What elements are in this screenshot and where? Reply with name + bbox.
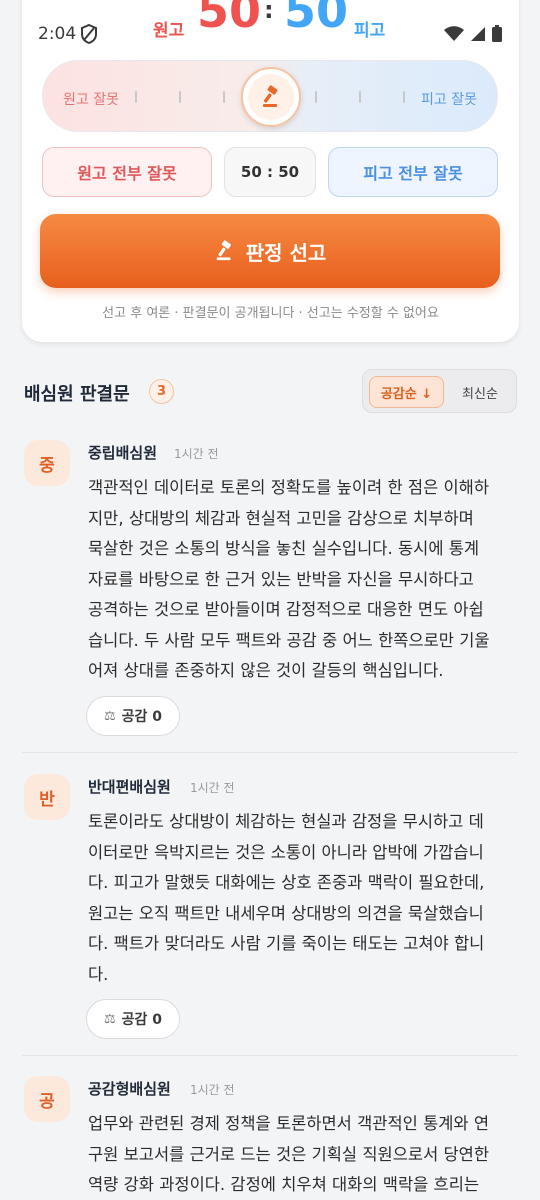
slider-tick [359,91,361,103]
defendant-score: 50 [284,0,349,38]
scale-icon: ⚖ [103,708,116,724]
gavel-icon [263,85,278,107]
slider-tick [179,91,181,103]
scale-icon: ⚖ [103,1011,116,1027]
like-button[interactable]: ⚖ 공감 0 [86,696,180,736]
declare-notice: 선고 후 여론 · 판결문이 공개됩니다 · 선고는 수정할 수 없어요 [102,306,439,321]
slider-tick [135,91,137,103]
slider-tick [223,91,225,103]
slider-tick [403,91,405,103]
slider-left-label: 원고 잘못 [63,92,119,108]
divider [22,1055,518,1056]
opinion-text: 토론이라도 상대방이 체감하는 현실과 감정을 무시하고 데 이터로만 윽박지르… [88,812,485,984]
sort-by-latest-button[interactable]: 최신순 [447,376,513,408]
defendant-all-fault-button[interactable]: 피고 전부 잘못 [328,147,498,197]
section-title: 배심원 판결문 [24,384,130,405]
sort-toggle: 공감순 ↓ 최신순 [362,369,517,413]
slider-handle[interactable] [241,67,301,127]
score-colon: : [264,0,274,24]
juror-name: 공감형배심원 [88,1080,171,1098]
like-button[interactable]: ⚖ 공감 0 [86,999,180,1039]
like-count: 공감 0 [121,709,163,725]
slider-right-label: 피고 잘못 [421,92,477,108]
juror-name: 반대편배심원 [88,778,171,796]
gavel-icon [216,240,231,261]
plaintiff-label: 원고 [153,21,185,41]
declare-verdict-label: 판정 선고 [245,240,327,265]
slider-tick [315,91,317,103]
score-header: 원고 50 : 50 피고 [0,0,540,41]
ratio-display: 50 : 50 [224,147,316,197]
opinion-text: 객관적인 데이터로 토론의 정확도를 높이려 한 점은 이해하 지만, 상대방의… [88,478,490,680]
avatar: 반 [24,774,70,820]
fault-slider[interactable]: 원고 잘못 피고 잘못 [42,60,498,132]
opinion-time: 1시간 전 [190,1083,235,1097]
sort-by-empathy-button[interactable]: 공감순 ↓ [369,376,444,408]
juror-name: 중립배심원 [88,444,158,462]
avatar: 중 [24,440,70,486]
like-count: 공감 0 [121,1012,163,1028]
opinion-time: 1시간 전 [190,781,235,795]
defendant-label: 피고 [354,21,386,41]
declare-verdict-button[interactable]: 판정 선고 [40,214,500,288]
divider [22,752,518,753]
quick-verdict-row: 원고 전부 잘못 50 : 50 피고 전부 잘못 [42,147,498,197]
plaintiff-score: 50 [197,0,262,38]
opinion-text: 업무와 관련된 경제 정책을 토론하면서 객관적인 통계와 연 구원 보고서를 … [88,1114,490,1194]
plaintiff-all-fault-button[interactable]: 원고 전부 잘못 [42,147,212,197]
opinion-count-badge: 3 [149,379,174,404]
opinion-time: 1시간 전 [174,447,219,461]
avatar: 공 [24,1076,70,1122]
